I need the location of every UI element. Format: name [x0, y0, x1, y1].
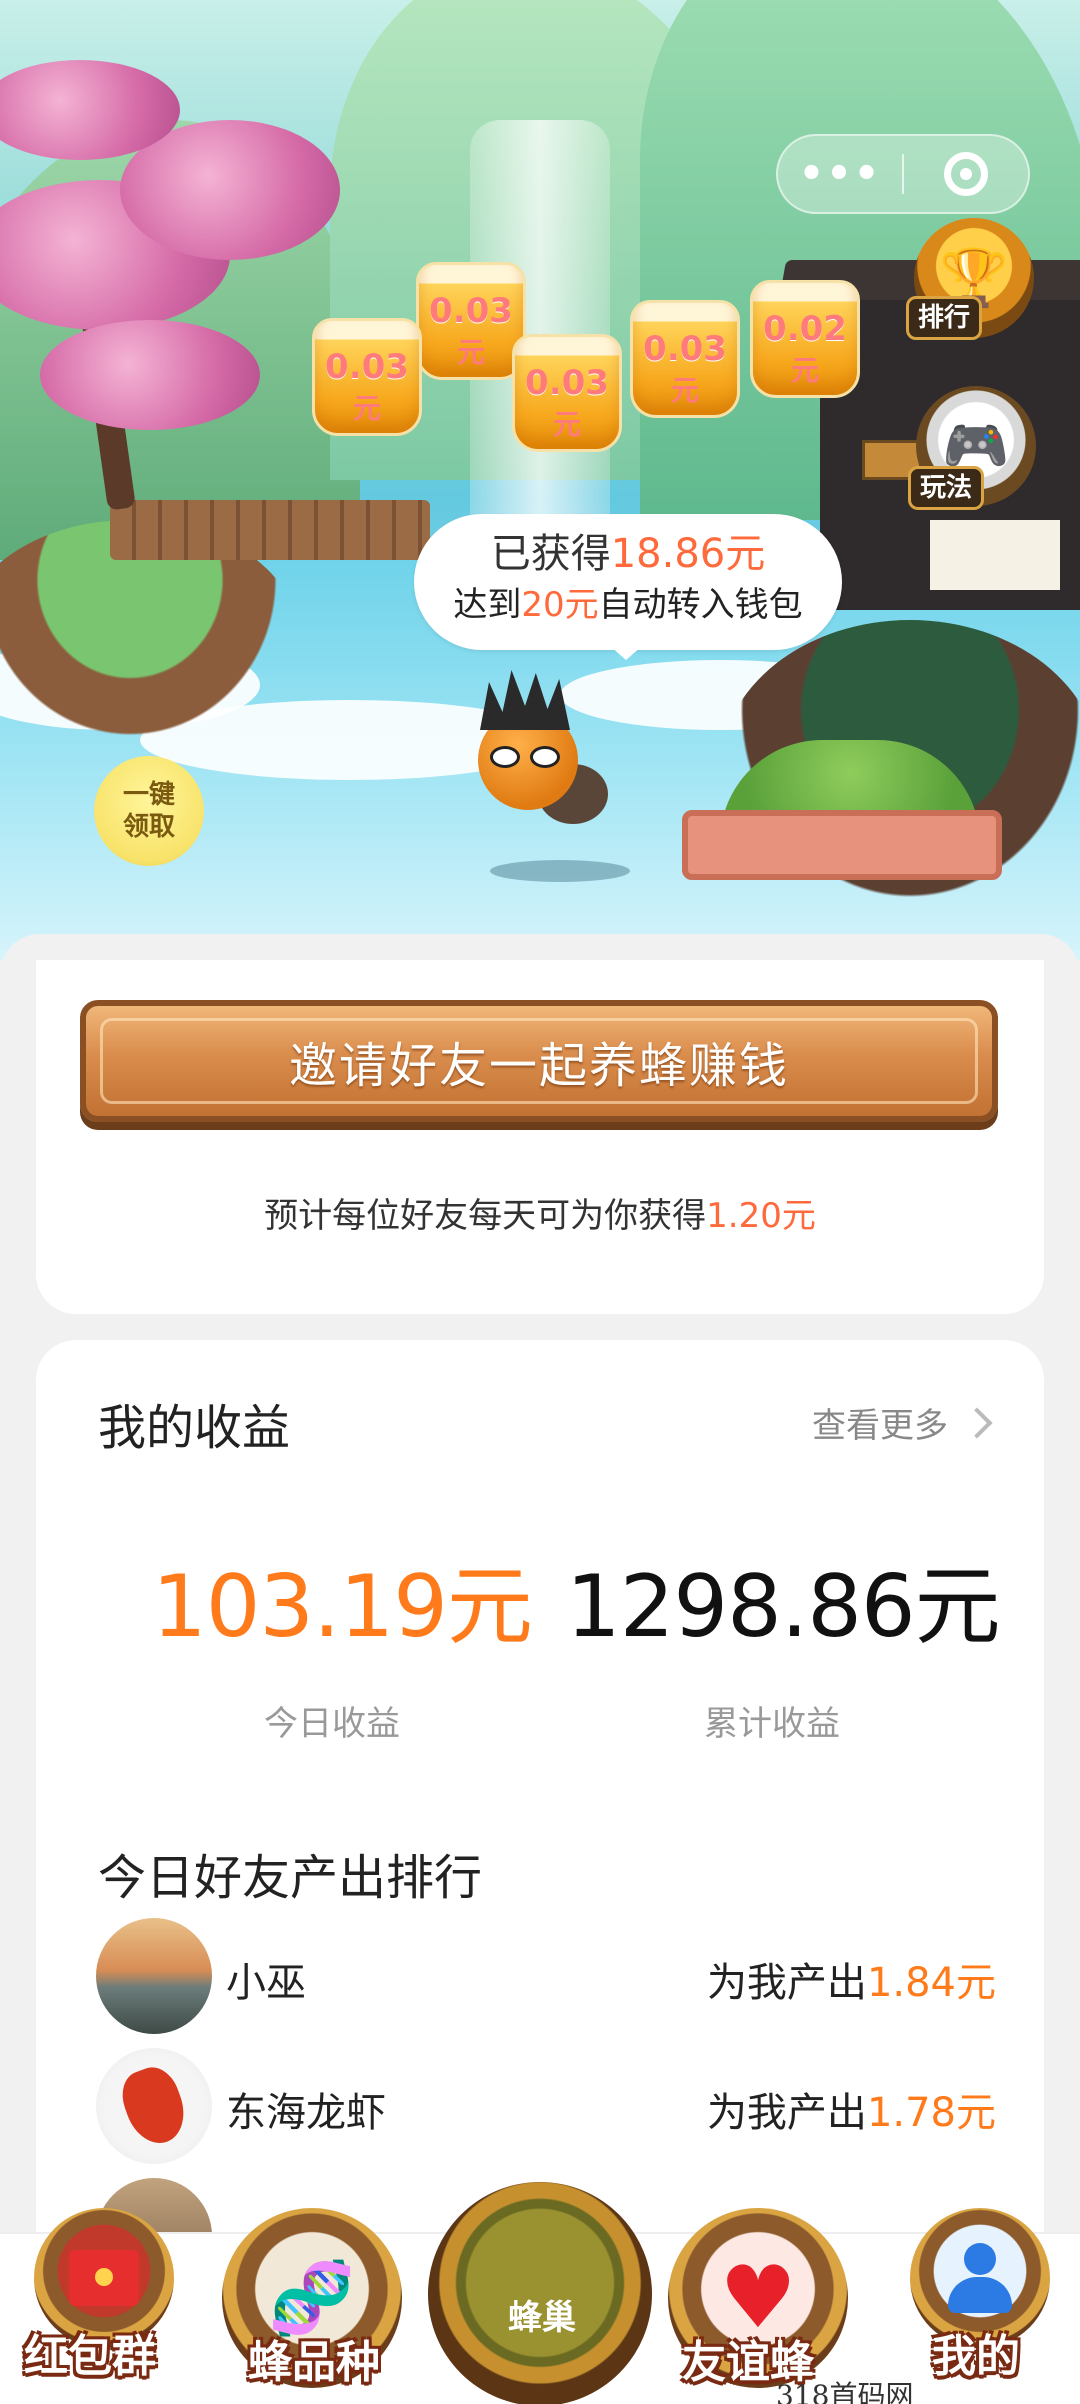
threshold-amount: 20元	[521, 585, 599, 625]
how-to-play-button-label[interactable]: 玩法	[908, 466, 984, 510]
total-earnings-label: 累计收益	[704, 1704, 840, 1744]
collect-all-line2: 领取	[122, 812, 175, 842]
output-prefix: 为我产出	[706, 2090, 867, 2136]
earned-prefix: 已获得	[490, 531, 611, 577]
honey-jar-value: 0.03	[429, 291, 513, 331]
honey-jar-value: 0.03	[525, 363, 609, 403]
honey-jar[interactable]: 0.03 元	[416, 262, 526, 380]
red-envelope-icon	[69, 2250, 139, 2306]
watermark: 318首码网 www.E318.com	[776, 2379, 914, 2404]
planter-box	[682, 810, 1002, 880]
honey-jar-unit: 元	[790, 354, 819, 387]
mini-program-capsule: •••	[776, 134, 1030, 214]
friend-output: 为我产出1.78元	[707, 2080, 996, 2138]
avatar	[96, 1918, 212, 2034]
bee-eye	[490, 746, 520, 768]
invite-note: 预计每位好友每天可为你获得1.20元	[36, 1188, 1044, 1237]
see-more-label: 查看更多	[812, 1406, 948, 1446]
friend-ranking-title: 今日好友产出排行	[98, 1850, 483, 1906]
lobster-icon	[114, 2060, 194, 2152]
wooden-bridge	[110, 500, 430, 560]
earnings-title: 我的收益	[98, 1400, 291, 1456]
record-ring-icon	[943, 152, 988, 196]
honey-jar-unit: 元	[552, 408, 581, 441]
today-earnings-label: 今日收益	[264, 1704, 400, 1744]
today-earnings-value: 103.19元	[152, 1557, 533, 1657]
friend-name: 东海龙虾	[226, 2090, 386, 2136]
nav-label-bee-breeds[interactable]: 蜂品种	[248, 2326, 380, 2390]
chevron-right-icon	[961, 1406, 993, 1439]
honey-jar-value: 0.03	[643, 329, 727, 369]
bee-shadow	[490, 860, 630, 882]
close-button[interactable]	[904, 152, 1028, 196]
page: 0.03 元 0.03 元 0.03 元 0.03 元 0.02 元 ••• 🏆…	[0, 0, 1080, 2404]
threshold-prefix: 达到	[453, 585, 522, 625]
honey-jar[interactable]: 0.03 元	[512, 334, 622, 452]
honey-jar-unit: 元	[670, 374, 699, 407]
earned-line: 已获得18.86元	[414, 514, 842, 580]
output-amount: 1.78元	[866, 2090, 996, 2136]
invite-note-amount: 1.20元	[706, 1196, 816, 1236]
output-prefix: 为我产出	[706, 1960, 867, 2006]
nav-label-red-packet-group[interactable]: 红包群	[24, 2320, 156, 2384]
earned-amount: 18.86元	[610, 531, 766, 577]
avatar	[96, 2048, 212, 2164]
house-window	[930, 520, 1060, 590]
more-dots-icon[interactable]: •••	[778, 154, 902, 194]
ranking-button-label[interactable]: 排行	[906, 296, 982, 340]
friend-output: 为我产出1.84元	[707, 1950, 996, 2008]
threshold-suffix: 自动转入钱包	[598, 585, 803, 625]
ranking-row[interactable]: 小巫 为我产出1.84元	[96, 1918, 996, 2034]
output-amount: 1.84元	[866, 1960, 996, 2006]
bee-hair	[480, 670, 570, 730]
invite-note-text: 预计每位好友每天可为你获得	[264, 1196, 707, 1236]
bee-character[interactable]	[468, 660, 618, 840]
collect-all-line1: 一键	[122, 780, 175, 810]
earnings-bubble: 已获得18.86元 达到20元自动转入钱包	[414, 514, 842, 660]
total-earnings-value: 1298.86元	[566, 1557, 1001, 1657]
invite-button-label: 邀请好友一起养蜂赚钱	[288, 1038, 789, 1094]
honey-jar-value: 0.03	[325, 347, 409, 387]
honey-jar-unit: 元	[352, 392, 381, 425]
threshold-line: 达到20元自动转入钱包	[414, 580, 842, 630]
collect-all-button[interactable]: 一键 领取	[94, 756, 204, 866]
person-icon	[948, 2243, 1012, 2313]
honey-jar-value: 0.02	[763, 309, 847, 349]
honey-jar[interactable]: 0.03 元	[312, 318, 422, 436]
ranking-row[interactable]: 东海龙虾 为我产出1.78元	[96, 2048, 996, 2164]
honey-jar-unit: 元	[456, 336, 485, 369]
honey-jar[interactable]: 0.02 元	[750, 280, 860, 398]
see-more-link[interactable]: 查看更多	[812, 1398, 993, 1447]
bee-eye	[530, 746, 560, 768]
blossom-tree	[40, 320, 260, 430]
honey-jar[interactable]: 0.03 元	[630, 300, 740, 418]
nav-label-hive[interactable]: 蜂巢	[508, 2290, 576, 2339]
invite-friends-button[interactable]: 邀请好友一起养蜂赚钱	[80, 1000, 998, 1122]
friend-name: 小巫	[226, 1960, 306, 2006]
